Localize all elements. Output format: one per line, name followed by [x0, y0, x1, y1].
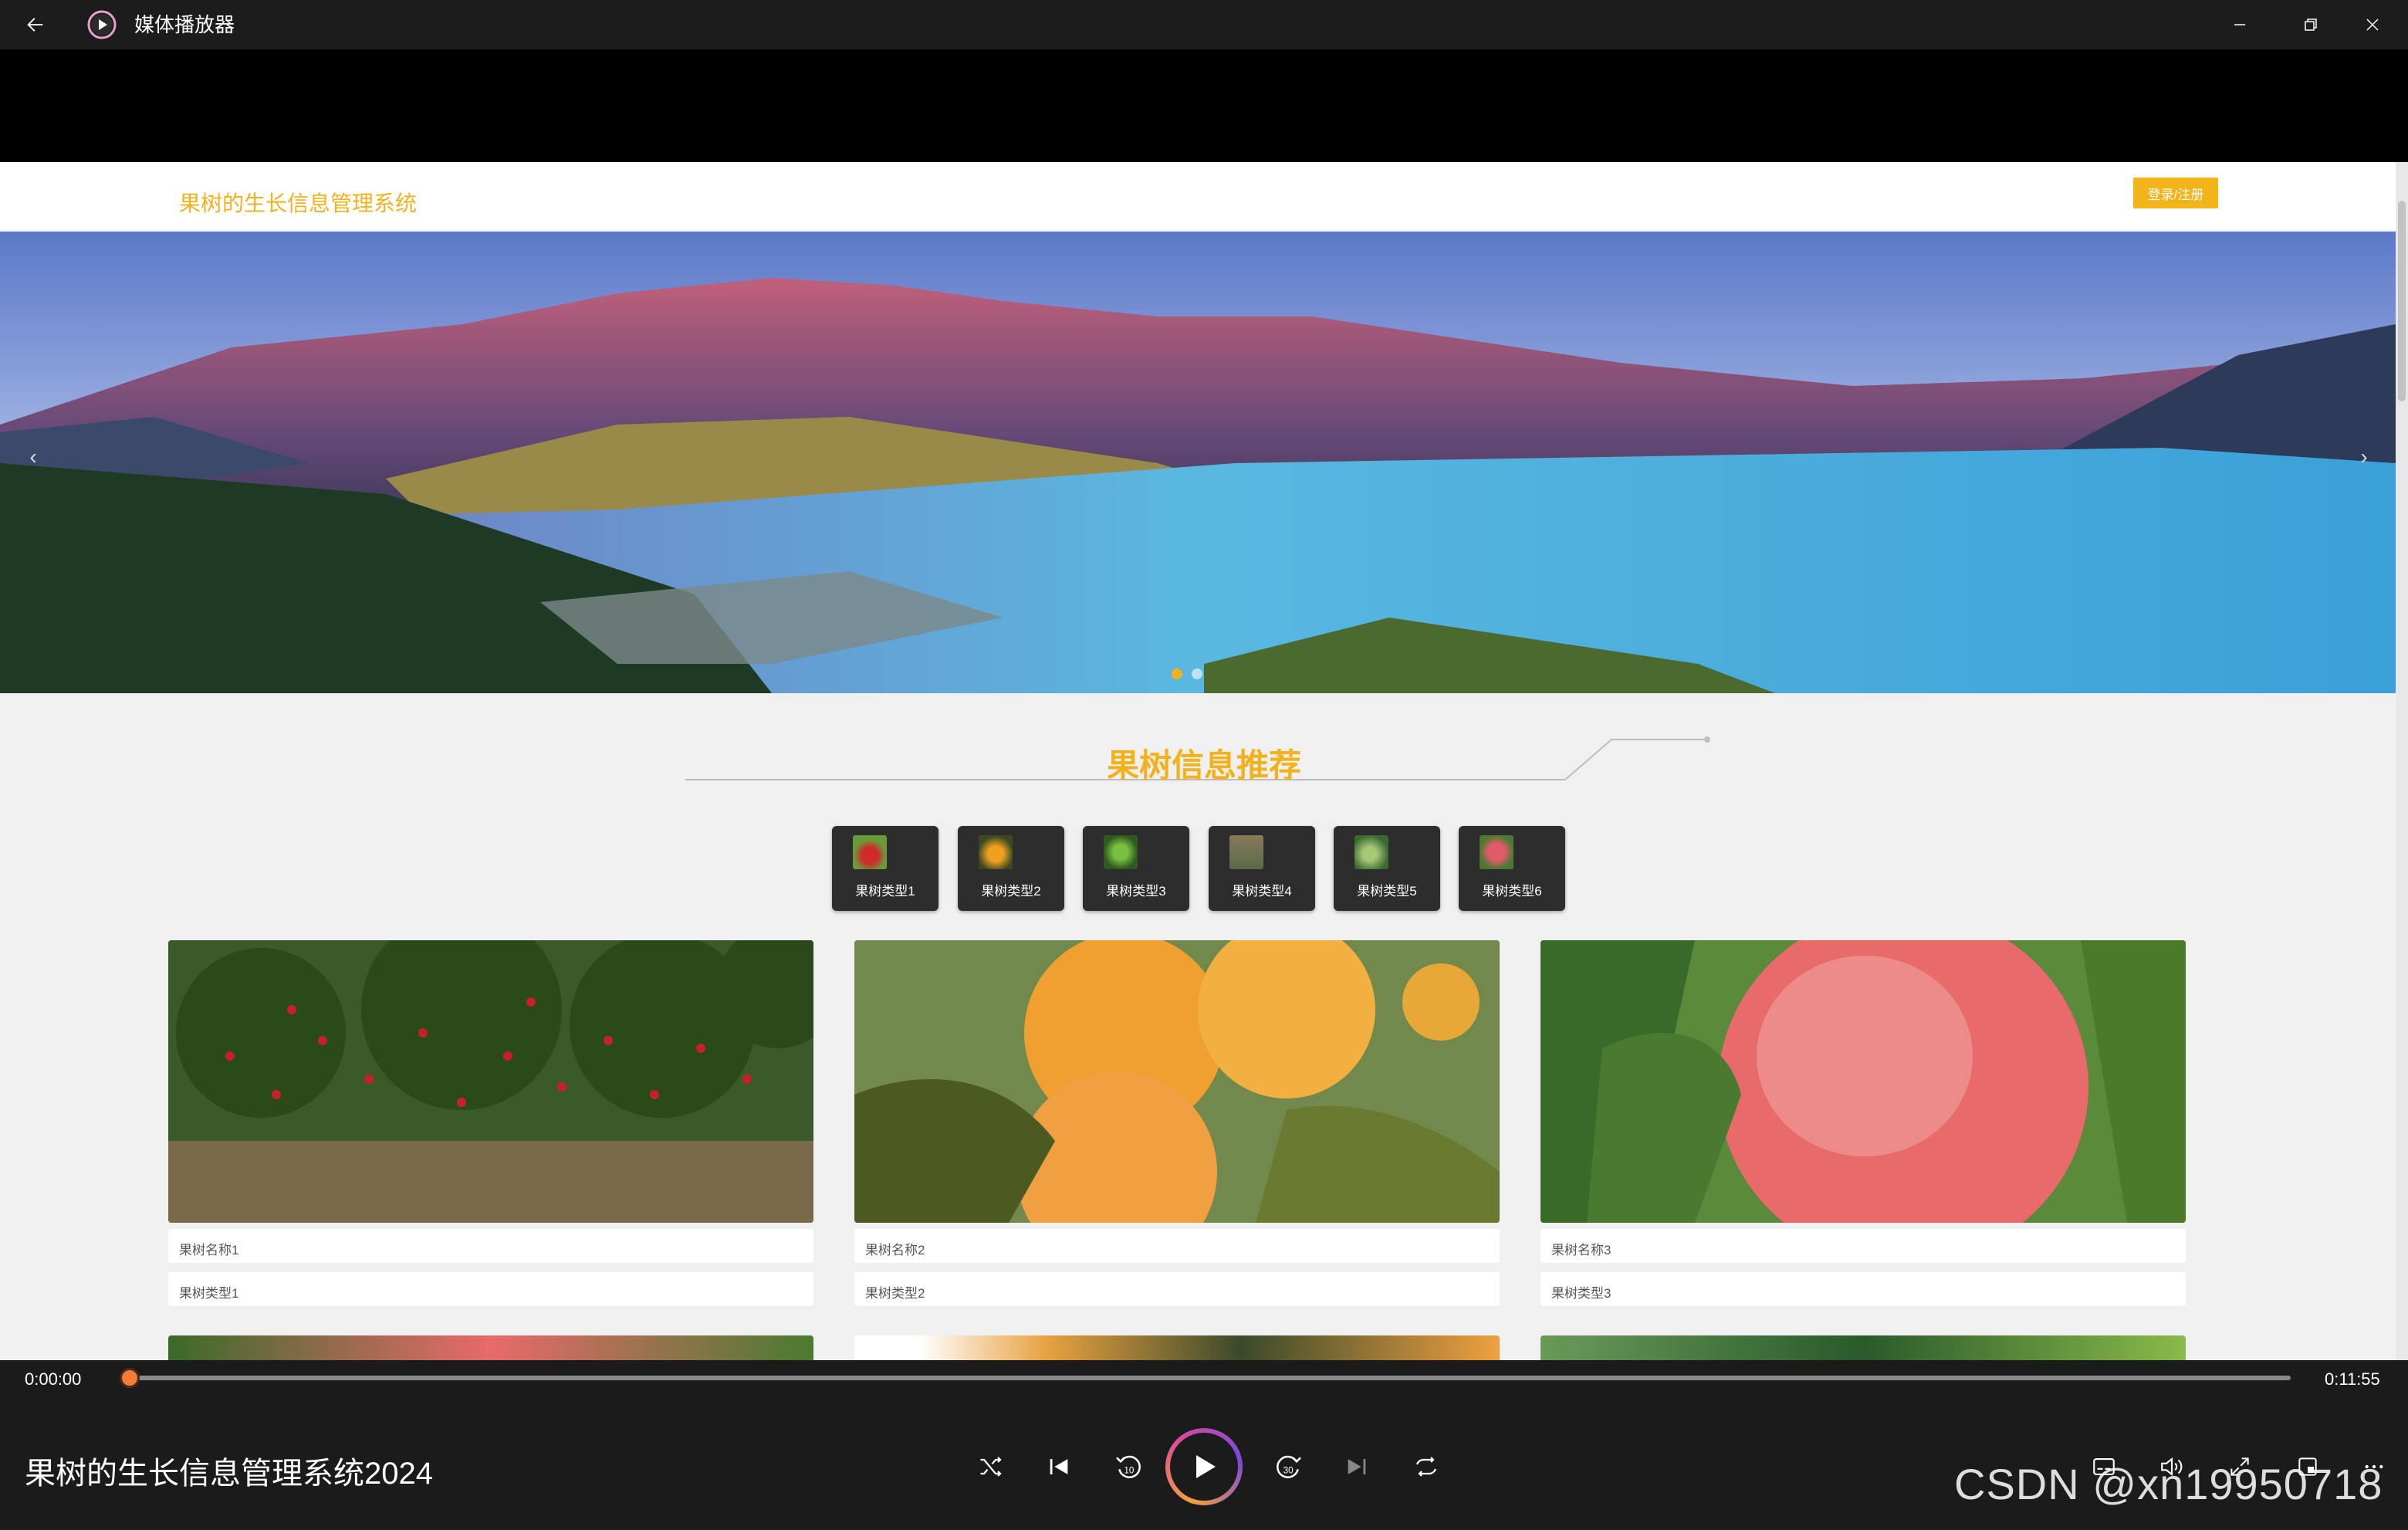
login-register-button[interactable]: 登录/注册 [2133, 178, 2218, 208]
fruit-card-image [1541, 940, 2186, 1223]
restore-button[interactable] [2288, 6, 2334, 43]
shuffle-icon [980, 1457, 1002, 1477]
type-filter-2[interactable]: 果树类型2 [958, 826, 1064, 911]
type-filter-label: 果树类型4 [1232, 884, 1292, 899]
current-time: 0:00:00 [25, 1369, 82, 1389]
fruit-card-image [854, 940, 1500, 1223]
previous-icon [1050, 1459, 1068, 1474]
fruit-type-row: 果树类型3 [1541, 1272, 2186, 1306]
media-player-logo [86, 9, 117, 40]
media-title: 果树的生长信息管理系统2024 [25, 1457, 433, 1491]
fruit-thumbnail [1480, 835, 1513, 869]
fruit-name-row: 果树名称2 [854, 1229, 1500, 1263]
fruit-type: 果树类型2 [865, 1286, 925, 1301]
fruit-name: 果树名称2 [865, 1243, 925, 1258]
type-filter-label: 果树类型6 [1482, 884, 1542, 899]
seek-bar-handle[interactable] [120, 1368, 140, 1388]
type-filter-label: 果树类型5 [1357, 884, 1417, 899]
fruit-thumbnail [979, 835, 1013, 869]
banner-image [0, 232, 2396, 693]
minimize-icon [2234, 24, 2245, 25]
page-scrollbar-thumb[interactable] [2398, 201, 2406, 401]
fruit-type: 果树类型3 [1551, 1286, 1612, 1301]
fruit-name: 果树名称1 [179, 1243, 239, 1258]
repeat-button[interactable] [1403, 1444, 1449, 1490]
close-icon [2366, 19, 2379, 31]
back-button[interactable] [19, 8, 52, 42]
fruit-thumbnail [853, 835, 887, 869]
type-filter-1[interactable]: 果树类型1 [832, 826, 939, 911]
fruit-type: 果树类型1 [179, 1286, 239, 1301]
type-filter-label: 果树类型3 [1106, 884, 1166, 899]
fruit-name: 果树名称3 [1551, 1243, 1612, 1258]
title-bar: 媒体播放器 [0, 0, 2408, 49]
seek-bar[interactable] [130, 1376, 2291, 1380]
video-frame[interactable]: 果树的生长信息管理系统 登录/注册 ‹ › 果树信息推荐 果树类型1 果树类型2… [0, 162, 2408, 1360]
banner-prev-arrow[interactable]: ‹ [22, 434, 45, 480]
minimize-button[interactable] [2217, 6, 2263, 43]
fruit-card-6-partial[interactable] [1541, 1335, 2186, 1360]
type-filter-5[interactable]: 果树类型5 [1334, 826, 1440, 911]
forward-label: 30 [1283, 1465, 1294, 1475]
total-time: 0:11:55 [2325, 1369, 2380, 1389]
type-filter-4[interactable]: 果树类型4 [1209, 826, 1315, 911]
shuffle-button[interactable] [968, 1444, 1014, 1490]
banner-carousel[interactable]: ‹ › [0, 232, 2396, 693]
csdn-watermark: CSDN @xn19950718 [1954, 1460, 2383, 1508]
type-filter-label: 果树类型2 [981, 884, 1041, 899]
carousel-dot[interactable] [1192, 669, 1202, 679]
fruit-card-image [168, 940, 813, 1223]
arrow-left-icon [27, 18, 43, 32]
next-icon [1348, 1459, 1366, 1474]
forward-30-button[interactable]: 30 [1266, 1444, 1312, 1490]
fruit-card-5-partial[interactable] [854, 1335, 1500, 1360]
previous-button[interactable] [1036, 1444, 1082, 1490]
next-button[interactable] [1334, 1444, 1380, 1490]
forward-30-icon: 30 [1277, 1455, 1301, 1478]
fruit-type-row: 果树类型2 [854, 1272, 1500, 1306]
fruit-thumbnail [1229, 835, 1263, 869]
rewind-10-button[interactable]: 10 [1105, 1444, 1152, 1490]
type-filter-6[interactable]: 果树类型6 [1459, 826, 1565, 911]
type-filter-3[interactable]: 果树类型3 [1083, 826, 1189, 911]
site-title: 果树的生长信息管理系统 [179, 191, 418, 215]
rewind-label: 10 [1124, 1465, 1134, 1475]
repeat-icon [1415, 1457, 1437, 1477]
fruit-name-row: 果树名称3 [1541, 1229, 2186, 1263]
app-title: 媒体播放器 [134, 13, 235, 36]
fruit-card-4-partial[interactable] [168, 1335, 813, 1360]
fruit-thumbnail [1354, 835, 1388, 869]
section-title: 果树信息推荐 [1106, 747, 1301, 784]
fruit-name-row: 果树名称1 [168, 1229, 813, 1263]
play-icon [1196, 1455, 1216, 1478]
carousel-dot-active[interactable] [1172, 669, 1182, 679]
restore-icon [2305, 19, 2317, 31]
fruit-thumbnail [1104, 835, 1138, 869]
rewind-10-icon: 10 [1116, 1455, 1141, 1478]
play-button[interactable] [1165, 1428, 1243, 1505]
banner-next-arrow[interactable]: › [2352, 434, 2376, 480]
site-header: 果树的生长信息管理系统 登录/注册 [0, 162, 2396, 230]
fruit-type-row: 果树类型1 [168, 1272, 813, 1306]
close-button[interactable] [2349, 6, 2396, 43]
type-filter-label: 果树类型1 [855, 884, 915, 899]
